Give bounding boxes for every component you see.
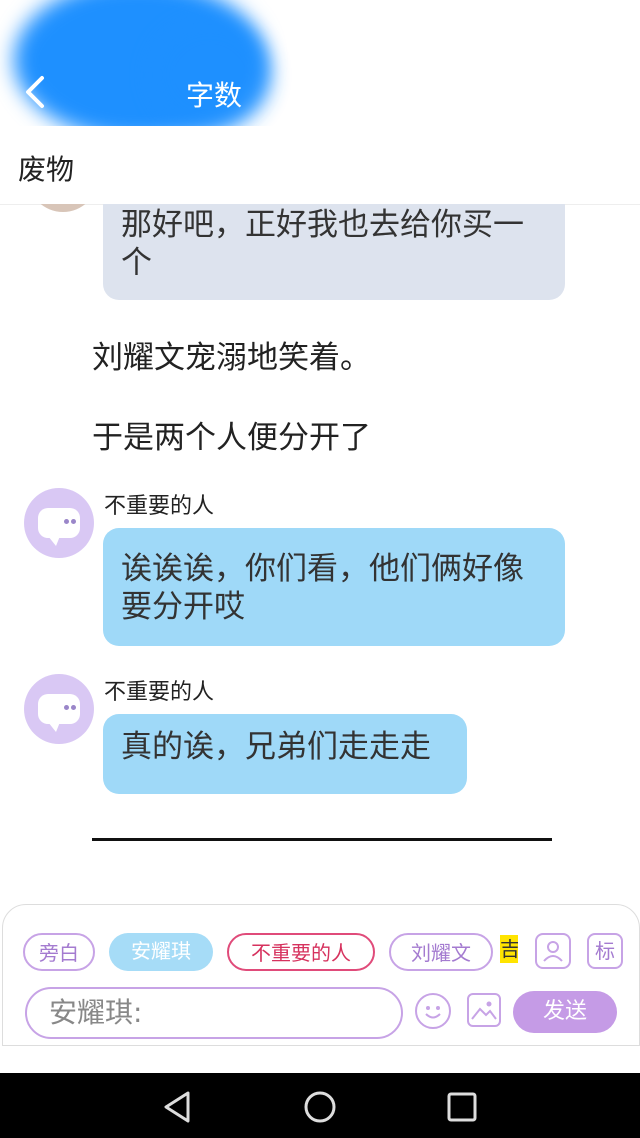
nav-back-icon[interactable] — [158, 1087, 198, 1127]
message-bubble: 真的诶，兄弟们走走走 — [103, 714, 467, 794]
role-chip-anyaoqi[interactable]: 安耀琪 — [109, 933, 213, 971]
separator-line — [92, 838, 552, 841]
message-input[interactable]: 安耀琪: — [25, 987, 403, 1039]
system-nav-bar — [0, 1073, 640, 1138]
nav-recents-icon[interactable] — [442, 1087, 482, 1127]
avatar — [24, 674, 94, 744]
chat-face-icon — [38, 508, 80, 546]
back-arrow-icon[interactable] — [22, 72, 46, 112]
role-chip-narration[interactable]: 旁白 — [23, 933, 95, 971]
chat-area[interactable]: 那好吧，正好我也去给你买一个 刘耀文宠溺地笑着。 于是两个人便分开了 不重要的人… — [0, 204, 640, 904]
nav-home-icon[interactable] — [300, 1087, 340, 1127]
role-chip-unimportant[interactable]: 不重要的人 — [227, 933, 375, 971]
role-chip-liuyaowen[interactable]: 刘耀文 — [389, 933, 493, 971]
composer-panel: 旁白 安耀琪 不重要的人 刘耀文 吉 标 安耀琪: 发送 — [2, 904, 640, 1046]
emoji-icon[interactable] — [415, 993, 451, 1029]
page-title: 字数 — [186, 79, 243, 112]
chat-face-icon — [38, 694, 80, 732]
message-bubble: 那好吧，正好我也去给你买一个 — [103, 204, 565, 300]
sender-name: 不重要的人 — [104, 494, 215, 519]
narration-text: 刘耀文宠溺地笑着。 — [92, 340, 371, 376]
top-header: 字数 — [0, 0, 640, 126]
image-icon[interactable] — [467, 993, 501, 1027]
tag-button[interactable]: 标 — [587, 933, 623, 969]
role-chip-partial[interactable]: 吉 — [500, 935, 518, 963]
story-title: 废物 — [18, 153, 75, 186]
message-bubble: 诶诶诶，你们看，他们俩好像要分开哎 — [103, 528, 565, 646]
tag-button-label: 标 — [595, 939, 615, 963]
narration-text: 于是两个人便分开了 — [92, 420, 371, 456]
send-button[interactable]: 发送 — [513, 991, 617, 1033]
avatar-partial — [28, 204, 98, 212]
sender-name: 不重要的人 — [104, 680, 215, 705]
story-title-bar: 废物 — [0, 126, 640, 205]
avatar — [24, 488, 94, 558]
add-role-icon[interactable] — [535, 933, 571, 969]
